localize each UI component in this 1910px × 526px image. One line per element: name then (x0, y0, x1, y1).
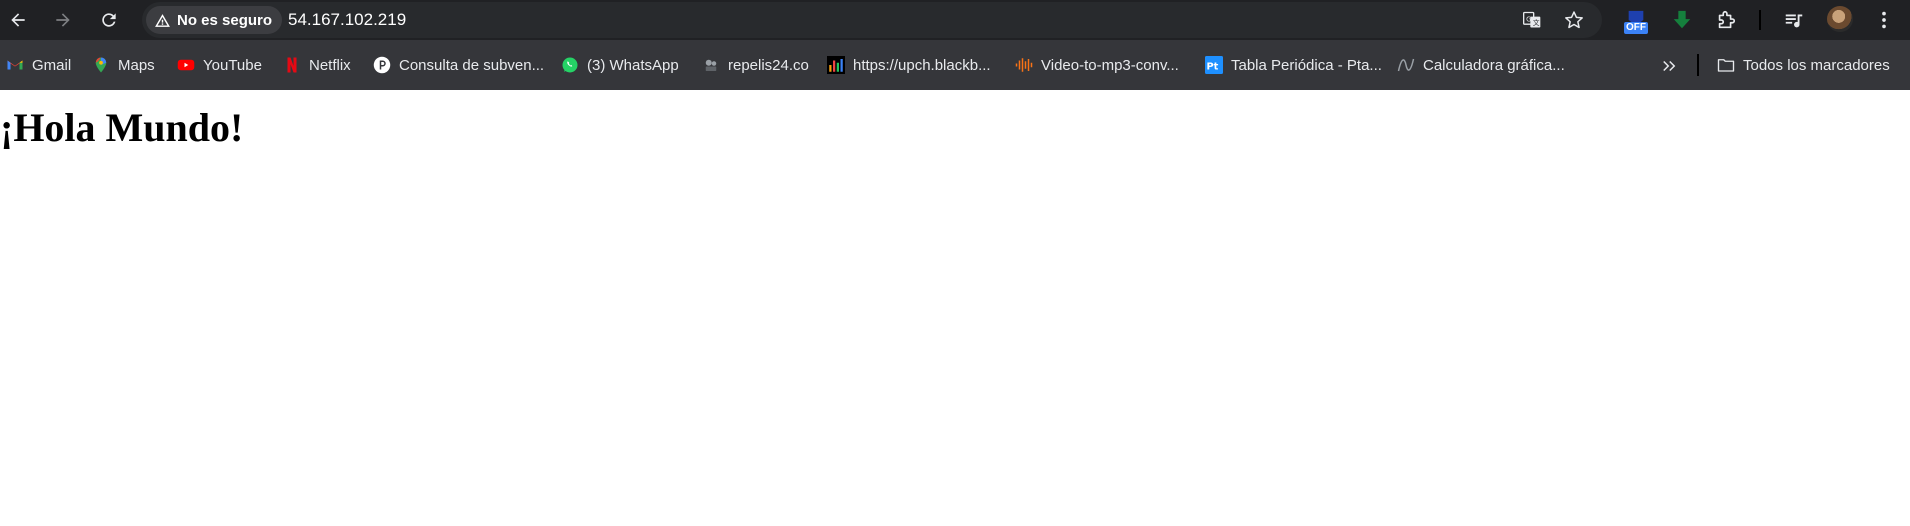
browser-toolbar: No es seguro 54.167.102.219 G文 OFF (0, 0, 1910, 40)
bookmark-label: repelis24.co (728, 56, 809, 74)
svg-text:Pt: Pt (1207, 62, 1219, 73)
pt-icon: Pt (1205, 56, 1223, 74)
all-bookmarks-label: Todos los marcadores (1743, 56, 1890, 74)
arrow-left-icon (11, 13, 25, 27)
bookmark-label: Calculadora gráfica... (1423, 56, 1565, 74)
url-text[interactable]: 54.167.102.219 (288, 10, 406, 30)
puzzle-piece-icon (1718, 10, 1736, 29)
forward-button[interactable] (47, 4, 79, 36)
playlist-music-icon (1785, 14, 1803, 28)
netflix-icon (283, 56, 301, 74)
bookmark-star-button[interactable] (1562, 8, 1586, 32)
back-button[interactable] (2, 4, 34, 36)
svg-text:G: G (1526, 16, 1531, 24)
bookmark-label: Maps (118, 56, 155, 74)
toolbar-divider (1759, 10, 1761, 30)
reload-button[interactable] (93, 4, 125, 36)
bookmark-label: Tabla Periódica - Pta... (1231, 56, 1382, 74)
bookmark-label: Gmail (32, 56, 72, 74)
bookmark-label: https://upch.blackb... (853, 56, 991, 74)
star-outline-icon (1565, 11, 1583, 29)
bookmark-blackboard[interactable]: https://upch.blackb... (827, 53, 991, 77)
bookmark-label: Consulta de subven... (399, 56, 545, 74)
maps-icon (92, 56, 110, 74)
gmail-icon (6, 56, 24, 74)
bookmark-youtube[interactable]: YouTube (177, 53, 262, 77)
download-extension-button[interactable] (1668, 6, 1696, 34)
off-badge: OFF (1624, 22, 1648, 34)
translate-icon: G文 (1523, 11, 1541, 28)
youtube-icon (177, 56, 195, 74)
bookmark-netflix[interactable]: Netflix (283, 53, 351, 77)
browser-menu-button[interactable] (1870, 6, 1898, 34)
svg-text:文: 文 (1533, 18, 1540, 27)
bookmark-consulta[interactable]: Consulta de subven... (373, 53, 544, 77)
green-download-arrow-icon (1673, 10, 1691, 29)
page-heading: ¡Hola Mundo! (0, 105, 244, 150)
whatsapp-icon (561, 56, 579, 74)
bookmark-maps[interactable]: Maps (92, 53, 155, 77)
more-bookmarks-button[interactable] (1657, 54, 1681, 78)
extensions-button[interactable] (1712, 6, 1740, 34)
folder-icon (1717, 56, 1735, 74)
bookmarks-divider (1697, 54, 1699, 76)
profile-avatar[interactable] (1827, 6, 1853, 32)
film-reel-icon (702, 56, 720, 74)
reload-icon (102, 13, 116, 27)
page-content: ¡Hola Mundo! (0, 90, 1910, 526)
security-indicator[interactable]: No es seguro (146, 6, 283, 34)
vertical-dots-icon (1882, 11, 1886, 29)
bookmark-tabla-periodica[interactable]: Pt Tabla Periódica - Pta... (1205, 53, 1382, 77)
soundwave-icon (1015, 56, 1033, 74)
bookmark-calculadora[interactable]: Calculadora gráfica... (1397, 53, 1565, 77)
bookmark-video-to-mp3[interactable]: Video-to-mp3-conv... (1015, 53, 1179, 77)
bookmark-label: (3) WhatsApp (587, 56, 679, 74)
bookmarks-bar: Gmail Maps YouTube Netflix Consulta de s… (0, 40, 1910, 90)
bookmark-label: Netflix (309, 56, 351, 74)
bookmark-repelis[interactable]: repelis24.co (702, 53, 809, 77)
bookmark-label: Video-to-mp3-conv... (1041, 56, 1179, 74)
bookmark-label: YouTube (203, 56, 262, 74)
graph-curve-icon (1397, 56, 1415, 74)
warning-triangle-icon (155, 13, 170, 27)
extension-off-button[interactable]: OFF (1622, 6, 1650, 34)
double-chevron-right-icon (1663, 60, 1676, 72)
security-label: No es seguro (177, 11, 273, 29)
all-bookmarks-folder[interactable]: Todos los marcadores (1717, 53, 1890, 77)
media-controls-button[interactable] (1780, 6, 1808, 34)
arrow-right-icon (56, 13, 70, 27)
p-circle-icon (373, 56, 391, 74)
bar-chart-icon (827, 56, 845, 74)
bookmark-gmail[interactable]: Gmail (6, 53, 71, 77)
address-bar[interactable]: No es seguro 54.167.102.219 G文 (142, 2, 1602, 38)
translate-button[interactable]: G文 (1520, 8, 1544, 32)
bookmark-whatsapp[interactable]: (3) WhatsApp (561, 53, 679, 77)
